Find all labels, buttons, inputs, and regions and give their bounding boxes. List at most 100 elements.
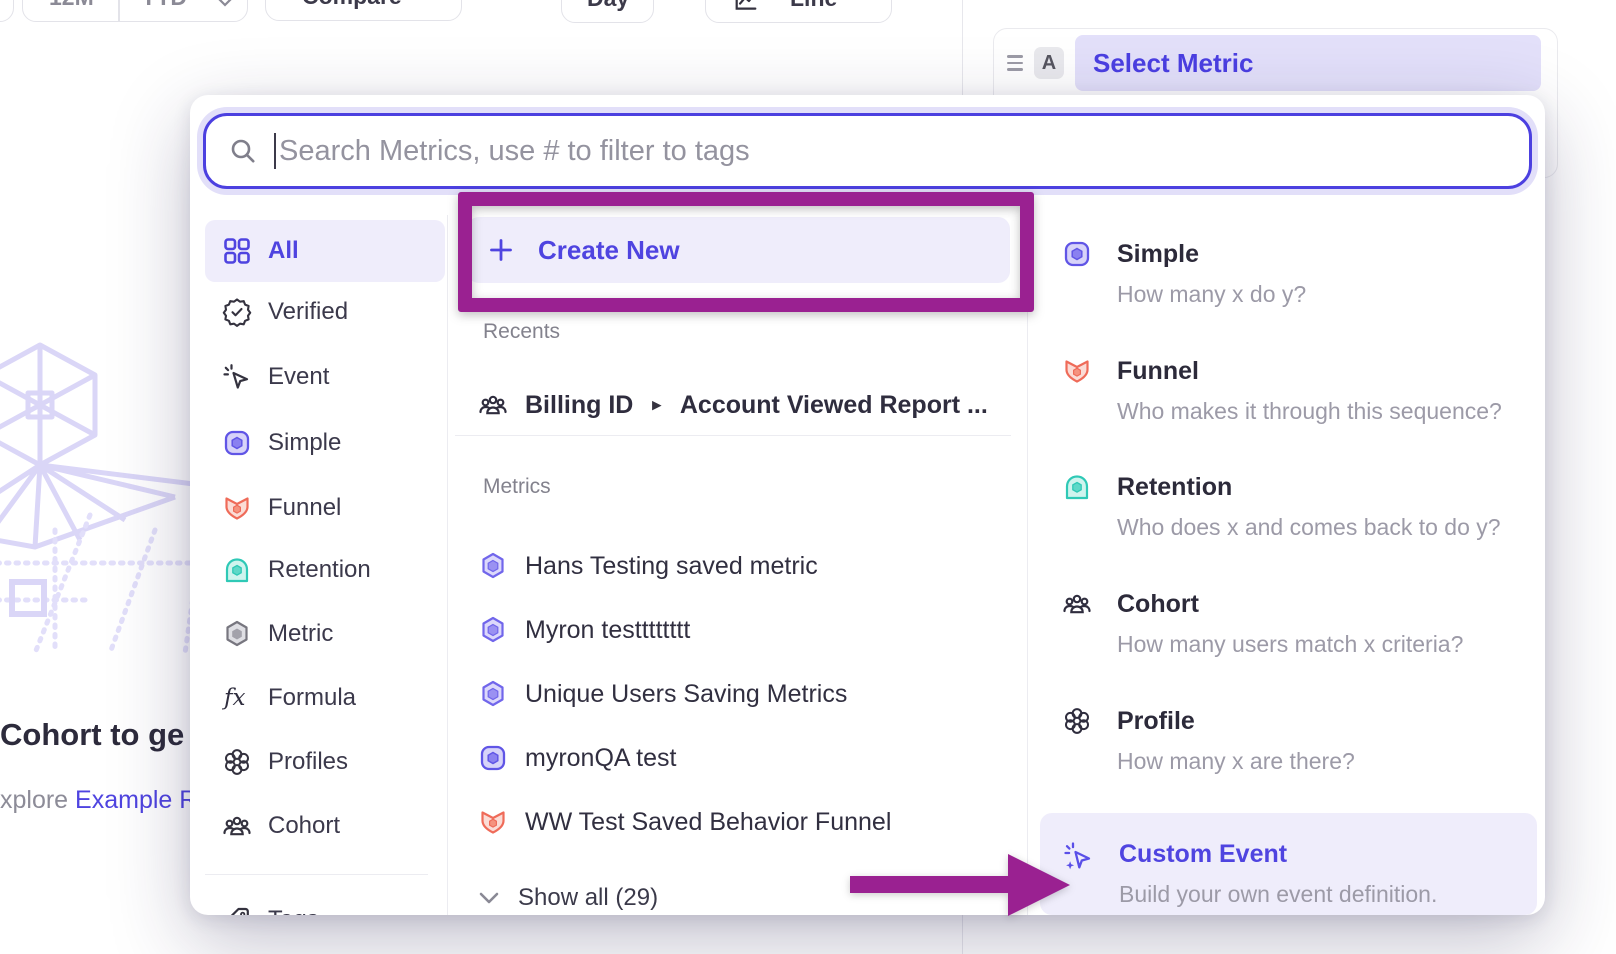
type-title: Retention (1117, 471, 1501, 503)
sidebar-divider (205, 874, 428, 875)
category-tags[interactable]: Tags (205, 892, 445, 915)
type-description: How many x are there? (1117, 747, 1355, 775)
category-profiles[interactable]: Profiles (205, 734, 445, 790)
profiles-flower-icon (222, 747, 252, 777)
profiles-flower-icon (1062, 706, 1092, 736)
category-metric[interactable]: Metric (205, 606, 445, 662)
retention-icon (1062, 472, 1092, 502)
cohort-people-icon (1062, 589, 1092, 619)
tag-icon (222, 905, 252, 915)
compare-label: Compare (302, 0, 402, 9)
breadcrumb-caret-icon: ▸ (652, 395, 661, 415)
metric-list-item[interactable]: Unique Users Saving Metrics (478, 671, 847, 717)
interval-label: Day (587, 0, 629, 11)
metric-list-item[interactable]: myronQA test (478, 735, 676, 781)
type-simple[interactable]: Simple How many x do y? (1062, 238, 1542, 308)
chart-type-line-button[interactable]: Line (705, 0, 892, 23)
type-title: Custom Event (1119, 838, 1437, 870)
empty-state-explore-line: xplore Example R (0, 786, 196, 815)
category-label: Event (268, 363, 329, 391)
funnel-icon (478, 807, 508, 837)
type-title: Funnel (1117, 355, 1502, 387)
example-reports-link[interactable]: Example R (75, 786, 196, 814)
drag-handle-icon[interactable] (1007, 55, 1023, 71)
category-label: All (268, 237, 299, 265)
series-a-badge: A (1034, 47, 1064, 79)
text-cursor (274, 133, 276, 169)
metric-hexagon-icon (222, 619, 252, 649)
cohort-people-icon (478, 390, 508, 420)
type-cohort[interactable]: Cohort How many users match x criteria? (1062, 588, 1542, 658)
metric-item-name: myronQA test (525, 744, 676, 773)
saved-metric-icon (478, 551, 508, 581)
recents-metrics-divider (455, 435, 1011, 436)
annotation-arrow-shaft (850, 876, 1010, 893)
select-metric-field[interactable]: Select Metric (1075, 35, 1541, 91)
search-icon (228, 136, 258, 166)
category-funnel[interactable]: Funnel (205, 480, 445, 536)
explore-prefix: xplore (0, 786, 75, 814)
modal-column-divider-2 (1027, 215, 1028, 915)
funnel-icon (222, 493, 252, 523)
type-description: Who makes it through this sequence? (1117, 397, 1502, 425)
range-ytd-button[interactable]: YTD (141, 0, 187, 10)
retention-icon (222, 555, 252, 585)
show-all-toggle[interactable]: Show all (29) (478, 876, 658, 915)
cohort-people-icon (222, 811, 252, 841)
toolbar-partial-button[interactable] (0, 0, 14, 22)
search-placeholder: Search Metrics, use # to filter to tags (279, 135, 750, 168)
chart-type-label: Line (790, 0, 837, 11)
type-title: Profile (1117, 705, 1355, 737)
interval-day-button[interactable]: Day (561, 0, 654, 23)
category-label: Metric (268, 620, 333, 648)
metric-list-item[interactable]: WW Test Saved Behavior Funnel (478, 799, 891, 845)
category-all[interactable]: All (205, 220, 445, 282)
date-range-segmented-control[interactable]: 12M YTD (22, 0, 248, 22)
type-description: Who does x and comes back to do y? (1117, 513, 1501, 541)
type-description: How many users match x criteria? (1117, 630, 1463, 658)
type-description: Build your own event definition. (1119, 880, 1437, 908)
category-label: Simple (268, 429, 341, 457)
recent-item[interactable]: Billing ID ▸ Account Viewed Report ... (478, 382, 988, 428)
category-formula[interactable]: ƒx Formula (205, 670, 445, 726)
chevron-down-icon (217, 0, 233, 7)
line-chart-icon (732, 0, 760, 12)
metric-list-item[interactable]: Myron testttttttt (478, 607, 690, 653)
verified-seal-icon (222, 297, 252, 327)
category-label: Tags (268, 906, 319, 915)
category-simple[interactable]: Simple (205, 415, 445, 471)
grid-icon (222, 236, 252, 266)
category-event[interactable]: Event (205, 349, 445, 405)
compare-button[interactable]: Compare (265, 0, 462, 21)
category-label: Funnel (268, 494, 341, 522)
chevron-down-icon (478, 891, 500, 905)
event-cursor-icon (222, 362, 252, 392)
metric-item-name: Unique Users Saving Metrics (525, 680, 847, 709)
category-label: Cohort (268, 812, 340, 840)
range-12m-button[interactable]: 12M (49, 0, 94, 10)
category-label: Verified (268, 298, 348, 326)
annotation-arrow-head (1008, 854, 1070, 916)
type-funnel[interactable]: Funnel Who makes it through this sequenc… (1062, 355, 1542, 425)
saved-metric-icon (478, 615, 508, 645)
metric-item-name: WW Test Saved Behavior Funnel (525, 808, 891, 837)
category-label: Formula (268, 684, 356, 712)
category-retention[interactable]: Retention (205, 542, 445, 598)
metric-list-item[interactable]: Hans Testing saved metric (478, 543, 818, 589)
type-retention[interactable]: Retention Who does x and comes back to d… (1062, 471, 1542, 541)
modal-column-divider-1 (447, 215, 448, 915)
category-label: Retention (268, 556, 371, 584)
funnel-icon (1062, 356, 1092, 386)
type-title: Simple (1117, 238, 1306, 270)
recent-item-name: Account Viewed Report ... (680, 391, 988, 420)
type-custom-event[interactable]: Custom Event Build your own event defini… (1040, 813, 1537, 915)
simple-metric-icon (222, 428, 252, 458)
category-verified[interactable]: Verified (205, 284, 445, 340)
annotation-arrow (850, 854, 1080, 916)
category-cohort[interactable]: Cohort (205, 798, 445, 854)
type-profile[interactable]: Profile How many x are there? (1062, 705, 1542, 775)
metric-search-input[interactable]: Search Metrics, use # to filter to tags (203, 113, 1532, 189)
show-all-label: Show all (29) (518, 884, 658, 912)
formula-glyph: ƒx (222, 685, 246, 711)
saved-metric-icon (478, 679, 508, 709)
